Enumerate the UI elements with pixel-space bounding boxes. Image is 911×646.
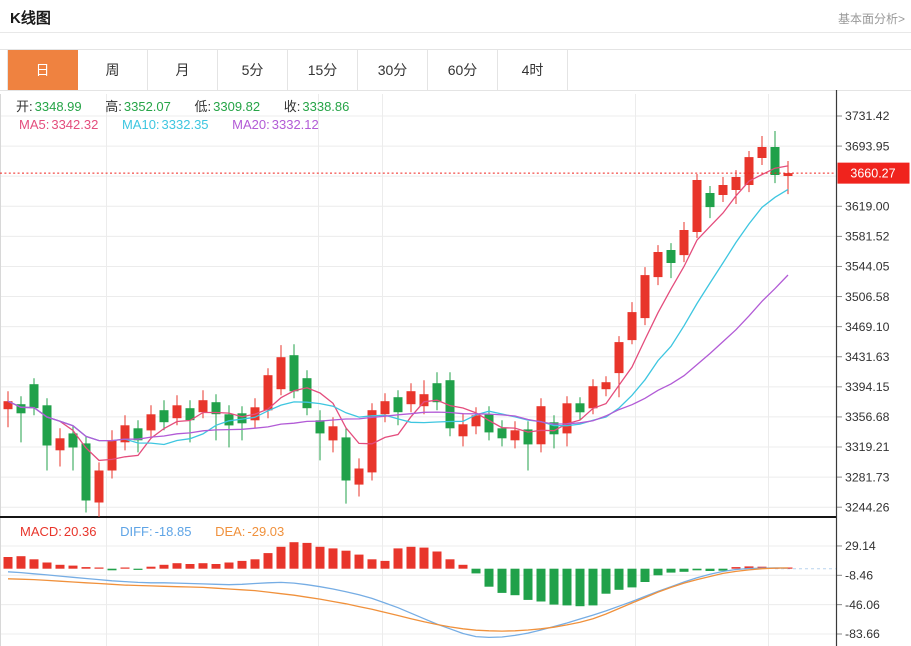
candles-layer — [4, 131, 793, 517]
dea-value: -29.03 — [247, 524, 284, 539]
interval-tabs: 日 周 月 5分 15分 30分 60分 4时 — [0, 49, 911, 91]
high-label: 高: — [105, 99, 122, 114]
svg-text:3619.00: 3619.00 — [845, 199, 890, 213]
tab-day[interactable]: 日 — [8, 50, 78, 90]
open-value: 3348.99 — [35, 99, 82, 114]
ma5-value: 3342.32 — [51, 117, 98, 132]
svg-text:29.14: 29.14 — [845, 539, 876, 553]
diff-label: DIFF: — [120, 524, 153, 539]
low-value: 3309.82 — [213, 99, 260, 114]
svg-text:3469.10: 3469.10 — [845, 320, 890, 334]
tab-15min[interactable]: 15分 — [288, 50, 358, 90]
macd-histogram — [4, 542, 793, 606]
divider — [0, 32, 911, 33]
dea-line — [8, 568, 788, 631]
svg-text:3244.26: 3244.26 — [845, 500, 890, 514]
close-label: 收: — [284, 99, 301, 114]
macd-legend: MACD:20.36 DIFF:-18.85 DEA:-29.03 — [20, 524, 304, 539]
tab-5min[interactable]: 5分 — [218, 50, 288, 90]
svg-text:3319.21: 3319.21 — [845, 440, 890, 454]
svg-text:3660.27: 3660.27 — [850, 167, 895, 181]
close-value: 3338.86 — [302, 99, 349, 114]
svg-text:-8.46: -8.46 — [845, 569, 873, 583]
svg-text:3581.52: 3581.52 — [845, 230, 890, 244]
svg-text:3693.95: 3693.95 — [845, 139, 890, 153]
macd-label: MACD: — [20, 524, 62, 539]
diff-value: -18.85 — [155, 524, 192, 539]
page-title: K线图 — [10, 7, 51, 28]
svg-text:3281.73: 3281.73 — [845, 470, 890, 484]
svg-text:3506.58: 3506.58 — [845, 290, 890, 304]
svg-text:-46.06: -46.06 — [845, 598, 880, 612]
kline-app: K线图 基本面分析> 日 周 月 5分 15分 30分 60分 4时 3731.… — [0, 0, 911, 646]
svg-text:3431.63: 3431.63 — [845, 350, 890, 364]
svg-text:-83.66: -83.66 — [845, 627, 880, 641]
svg-text:3731.42: 3731.42 — [845, 109, 890, 123]
low-label: 低: — [195, 99, 212, 114]
svg-text:3394.15: 3394.15 — [845, 380, 890, 394]
ma10-label: MA10: — [122, 117, 160, 132]
ma5-label: MA5: — [19, 117, 49, 132]
ma-legend: MA5:3342.32 MA10:3332.35 MA20:3332.12 — [19, 117, 339, 132]
tab-month[interactable]: 月 — [148, 50, 218, 90]
dea-label: DEA: — [215, 524, 245, 539]
fundamental-analysis-link[interactable]: 基本面分析> — [838, 10, 905, 27]
kline-chart-canvas[interactable]: 3731.42 3693.95 3619.00 3581.52 3544.05 3506.… — [0, 90, 911, 646]
svg-text:3356.68: 3356.68 — [845, 410, 890, 424]
tab-30min[interactable]: 30分 — [358, 50, 428, 90]
ohlc-legend: 开:3348.99 高:3352.07 低:3309.82 收:3338.86 — [16, 96, 369, 115]
macd-value: 20.36 — [64, 524, 97, 539]
diff-line — [8, 568, 788, 638]
high-value: 3352.07 — [124, 99, 171, 114]
tab-60min[interactable]: 60分 — [428, 50, 498, 90]
svg-text:3544.05: 3544.05 — [845, 260, 890, 274]
open-label: 开: — [16, 99, 33, 114]
ma10-value: 3332.35 — [162, 117, 209, 132]
tab-4hour[interactable]: 4时 — [498, 50, 568, 90]
tab-spacer — [0, 50, 8, 90]
ma20-value: 3332.12 — [272, 117, 319, 132]
ma20-label: MA20: — [232, 117, 270, 132]
tab-week[interactable]: 周 — [78, 50, 148, 90]
